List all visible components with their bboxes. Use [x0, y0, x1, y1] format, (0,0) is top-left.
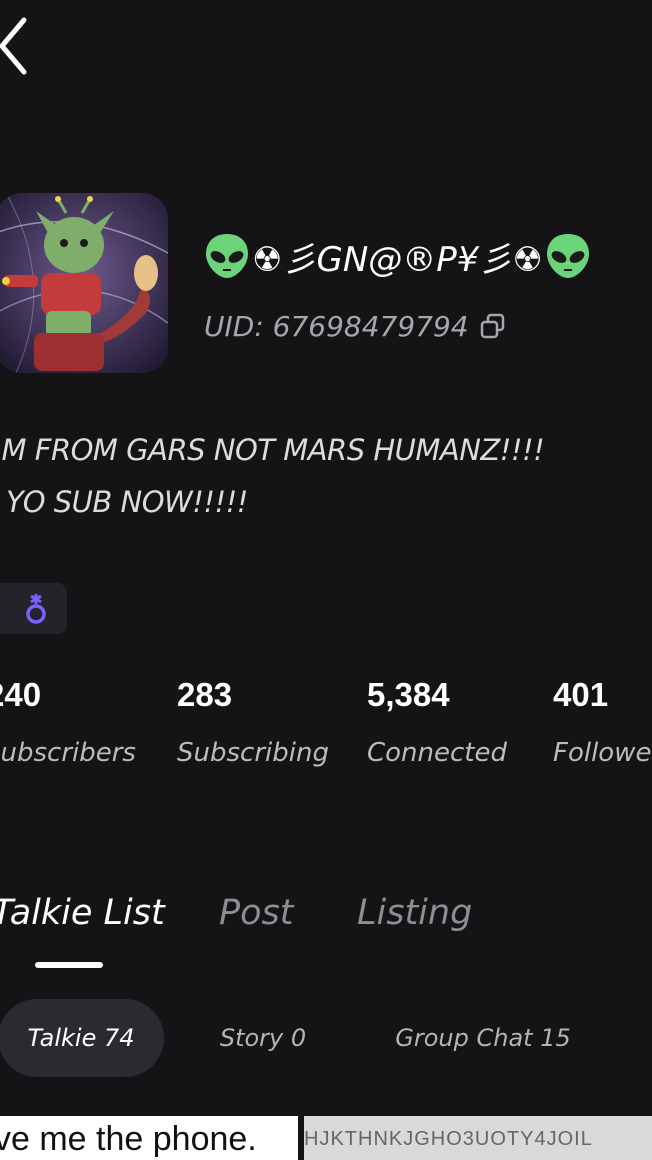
stat-followers-count[interactable]: 401: [553, 676, 608, 714]
uid-text: UID: 67698479794: [204, 309, 469, 343]
talkie-card[interactable]: ve me the phone.: [0, 1116, 298, 1160]
alien-emoji-icon: [546, 234, 589, 278]
stat-followers-label[interactable]: Followers: [553, 738, 652, 768]
active-tab-indicator: [35, 962, 103, 968]
tab-post[interactable]: Post: [219, 893, 293, 933]
talkie-card[interactable]: HJKTHNKJGHO3UOTY4JOIL: [304, 1116, 652, 1160]
display-name-text: ☢彡GN@®P¥彡☢: [252, 239, 543, 280]
talkie-card-caption: HJKTHNKJGHO3UOTY4JOIL: [304, 1128, 593, 1150]
alien-emoji-icon: [206, 234, 248, 278]
tab-talkie-list[interactable]: Talkie List: [0, 893, 165, 933]
avatar[interactable]: [0, 193, 168, 373]
back-button[interactable]: [0, 14, 38, 84]
uid-row: UID: 67698479794: [204, 306, 507, 346]
stat-connected-label[interactable]: Connected: [367, 738, 507, 768]
chip-story[interactable]: Story 0: [200, 999, 326, 1077]
chip-talkie[interactable]: Talkie 74: [0, 999, 164, 1077]
stat-connected-count[interactable]: 5,384: [367, 676, 450, 714]
bio-line: YO SUB NOW!!!!!: [6, 485, 248, 519]
talkie-card-caption: ve me the phone.: [0, 1120, 257, 1158]
avatar-artwork: [0, 193, 168, 373]
chevron-left-icon: [0, 17, 27, 75]
stat-subscribing-label[interactable]: Subscribing: [177, 738, 329, 768]
bio: I'M FROM GARS NOT MARS HUMANZ!!!! YO SUB…: [0, 424, 626, 528]
chip-group-chat[interactable]: Group Chat 15: [378, 999, 588, 1077]
bio-line: I'M FROM GARS NOT MARS HUMANZ!!!!: [0, 433, 545, 467]
stat-subscribers-label[interactable]: Subscribers: [0, 738, 136, 768]
gender-symbol-icon: [25, 593, 46, 624]
copy-icon[interactable]: [479, 312, 507, 340]
display-name: ☢彡GN@®P¥彡☢: [204, 226, 652, 286]
stat-subscribing-count[interactable]: 283: [177, 676, 232, 714]
stat-subscribers-count[interactable]: 240: [0, 676, 41, 714]
gender-badge: [0, 583, 67, 634]
tab-listing[interactable]: Listing: [357, 893, 472, 933]
